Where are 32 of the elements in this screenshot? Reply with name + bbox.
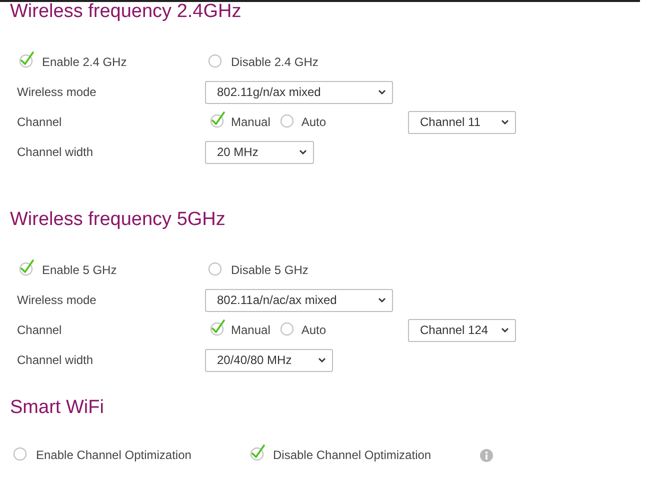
dropdown[interactable]: Channel 124 bbox=[408, 318, 516, 342]
field-label: Channel bbox=[17, 323, 63, 337]
section-title: Smart WiFi bbox=[9, 397, 105, 419]
chevron-icon bbox=[378, 297, 386, 303]
radio-option[interactable]: Enable 2.4 GHz bbox=[19, 55, 208, 69]
radio-option[interactable]: Disable 5 GHz bbox=[208, 263, 308, 277]
radio-option[interactable]: Disable 2.4 GHz bbox=[208, 55, 318, 69]
field-label: Wireless mode bbox=[17, 293, 98, 307]
section-title: Wireless frequency 2.4GHz bbox=[9, 2, 242, 23]
chevron-icon bbox=[299, 149, 307, 155]
radio-option[interactable]: Disable Channel Optimization bbox=[250, 448, 480, 462]
field-label: Wireless mode bbox=[17, 85, 98, 99]
chevron-icon bbox=[501, 327, 509, 333]
chevron-icon bbox=[501, 119, 509, 125]
radio-option[interactable]: Auto bbox=[280, 323, 326, 337]
field-label: Channel bbox=[17, 115, 63, 129]
field-label: Channel width bbox=[17, 353, 94, 367]
section-title: Wireless frequency 5GHz bbox=[9, 209, 226, 231]
dropdown[interactable]: Channel 11 bbox=[408, 110, 516, 134]
chevron-icon bbox=[378, 89, 386, 95]
radio-option[interactable]: Enable 5 GHz bbox=[19, 263, 208, 277]
chevron-icon bbox=[318, 357, 326, 363]
dropdown[interactable]: 802.11g/n/ax mixed bbox=[205, 80, 393, 104]
info-icon[interactable] bbox=[480, 448, 493, 462]
radio-option[interactable]: Auto bbox=[280, 115, 326, 129]
dropdown[interactable]: 20/40/80 MHz bbox=[205, 348, 333, 372]
radio-option[interactable]: Manual bbox=[210, 115, 270, 129]
radio-option[interactable]: Enable Channel Optimization bbox=[13, 448, 250, 462]
field-label: Channel width bbox=[17, 145, 94, 159]
dropdown[interactable]: 20 MHz bbox=[205, 140, 314, 164]
radio-option[interactable]: Manual bbox=[210, 323, 270, 337]
dropdown[interactable]: 802.11a/n/ac/ax mixed bbox=[205, 288, 393, 312]
